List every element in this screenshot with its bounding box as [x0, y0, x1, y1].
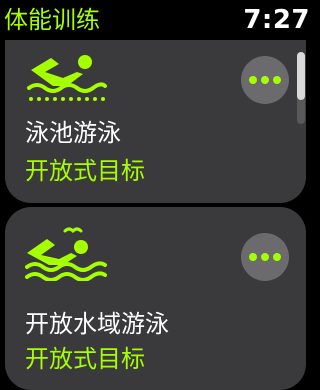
open-water-swim-icon — [25, 227, 107, 281]
goal-label: 开放式目标 — [25, 157, 145, 185]
more-options-button[interactable] — [241, 233, 289, 281]
more-options-button[interactable] — [241, 56, 289, 104]
app-title: 体能训练 — [4, 6, 100, 34]
workout-card-pool-swim[interactable]: 泳池游泳 开放式目标 — [5, 40, 306, 203]
scroll-thumb — [297, 52, 305, 100]
clock: 7:27 — [243, 5, 310, 35]
status-bar: 体能训练 7:27 — [0, 0, 312, 42]
scroll-indicator — [297, 52, 305, 124]
goal-label: 开放式目标 — [25, 345, 145, 373]
workout-name: 开放水域游泳 — [25, 310, 169, 338]
pool-swim-icon — [27, 55, 107, 101]
workout-card-open-water-swim[interactable]: 开放水域游泳 开放式目标 — [5, 207, 306, 390]
more-icon — [249, 253, 281, 261]
workout-name: 泳池游泳 — [25, 119, 121, 147]
more-icon — [249, 76, 281, 84]
